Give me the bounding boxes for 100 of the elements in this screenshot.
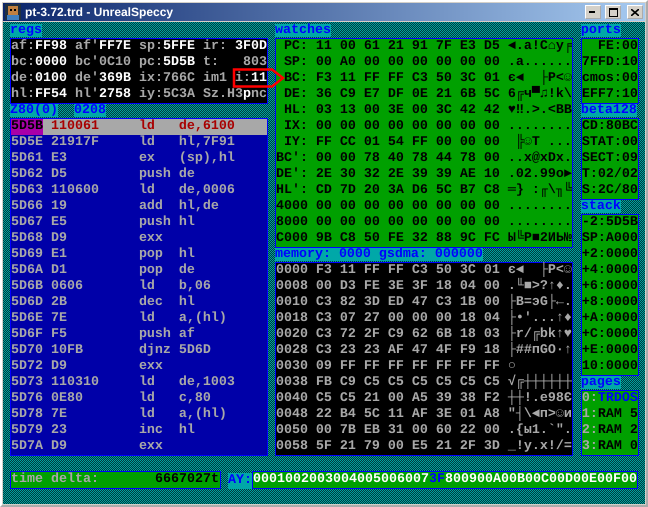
address-text: 5D76 <box>11 391 43 407</box>
disassembly-row[interactable]: 5D79 23 inc hl <box>11 423 267 439</box>
mnemonic-text: ld <box>138 183 156 199</box>
disassembly-row[interactable]: 5D70 10FB djnz 5D6D <box>11 343 267 359</box>
hex-bytes: 09 FF FF FF FF FF FF FF <box>316 359 501 375</box>
address-text: 5D6E <box>11 311 43 327</box>
page-index: 2: <box>582 423 598 439</box>
address-text: 0038 <box>276 375 308 391</box>
watch-label: BC': <box>276 151 308 167</box>
disassembly-row[interactable]: 5D69 E1 pop hl <box>11 247 267 263</box>
close-button[interactable] <box>627 5 643 19</box>
watch-label: C000 <box>276 231 308 247</box>
hex-bytes: 5F 21 79 00 E5 21 2F 3D <box>316 439 501 455</box>
register-index: 3 <box>325 472 333 488</box>
value-text: +8:0000 <box>582 295 638 311</box>
mnemonic-text: inc <box>138 423 164 439</box>
operand-text: hl,de <box>178 199 219 215</box>
ascii-text: ○ <box>508 359 516 374</box>
opcode-bytes: 110310 <box>50 375 100 391</box>
hex-bytes: 11 00 61 21 91 7F E3 D5 <box>316 39 501 55</box>
register-label: hl' <box>74 87 99 103</box>
hex-bytes: C3 82 3D ED 47 C3 1B 00 <box>316 295 501 311</box>
hex-bytes: FB C9 C5 C5 C5 C5 C5 C5 <box>316 375 501 391</box>
page-index: 1: <box>582 407 598 423</box>
disassembly-row[interactable]: 5D63 110600 ld de,0006 <box>11 183 267 199</box>
watch-label: IY: <box>282 135 308 151</box>
disassembly-row[interactable]: 5D6E 7E ld a,(hl) <box>11 311 267 327</box>
opcode-bytes: 19 <box>50 199 68 215</box>
register-index: 9 <box>469 472 477 488</box>
disassembly-row[interactable]: 5D6D 2B dec hl <box>11 295 267 311</box>
disassembly-row[interactable]: 5D6F F5 push af <box>11 327 267 343</box>
ascii-text: .{ы1.`". <box>508 423 572 439</box>
disassembly-row[interactable]: 5D73 110310 ld de,1003 <box>11 375 267 391</box>
watch-label: 8000 <box>276 215 308 231</box>
disassembly-row[interactable]: 5D68 D9 exx <box>11 231 267 247</box>
address-text: 0058 <box>276 439 308 455</box>
mnemonic-text: push <box>138 215 172 231</box>
mnemonic-text: ld <box>138 375 156 391</box>
disassembly-row[interactable]: 5D66 19 add hl,de <box>11 199 267 215</box>
disassembly-row[interactable]: 5D62 D5 push de <box>11 167 267 183</box>
operand-text: a,(hl) <box>178 407 227 423</box>
register-value: 766C <box>162 71 195 87</box>
address-text: 0030 <box>276 359 308 375</box>
ascii-text: .╙■>?↑♦. <box>508 279 572 294</box>
register-value: 00 <box>621 472 637 488</box>
page-name: RAM 0 <box>598 439 638 455</box>
register-index: 8 <box>445 472 453 488</box>
opcode-bytes: D9 <box>50 359 68 375</box>
hex-bytes: 00 00 00 00 00 00 00 00 <box>316 119 501 135</box>
hex-bytes: C3 23 23 AF 47 4F F9 18 <box>316 343 501 359</box>
ascii-text: .а...... <box>508 55 572 70</box>
register-value: FF7E <box>98 39 131 55</box>
register-index: 1 <box>277 472 285 488</box>
address-text: 5D66 <box>11 199 43 215</box>
disassembly-row[interactable]: 5D5B 110061 ld de,6100 <box>11 119 267 135</box>
hex-bytes: 00 7B EB 31 00 60 22 00 <box>316 423 501 439</box>
minimize-button[interactable] <box>585 5 601 19</box>
watch-label: DE: <box>282 87 308 103</box>
disassembly-row[interactable]: 5D7A D9 exx <box>11 439 267 455</box>
ay-label: AY: <box>228 473 252 489</box>
disassembly-row[interactable]: 5D67 E5 push hl <box>11 215 267 231</box>
watch-label: 4000 <box>276 199 308 215</box>
maximize-button[interactable] <box>605 5 621 19</box>
ascii-text: ..x@xDx. <box>508 151 572 167</box>
ascii-text: ........ <box>508 215 572 230</box>
mnemonic-text: exx <box>138 439 164 455</box>
register-label: de: <box>11 71 35 87</box>
mnemonic-text: ex <box>138 151 156 167</box>
hex-bytes: 03 13 00 3E 00 3C 42 42 <box>316 103 501 119</box>
register-value: 00 <box>453 472 469 488</box>
disassembly-row[interactable]: 5D6A D1 pop de <box>11 263 267 279</box>
register-value: 3F <box>429 472 445 488</box>
disassembly-row[interactable]: 5D61 E3 ex (sp),hl <box>11 151 267 167</box>
register-index: 5 <box>373 472 381 488</box>
operand-text: de,1003 <box>178 375 235 391</box>
register-value: 00 <box>357 472 373 488</box>
ascii-text: є◄ ├P<☺ <box>508 263 572 278</box>
operand-text: de <box>178 263 195 279</box>
hex-bytes: 00 00 00 00 00 00 00 00 <box>316 199 501 215</box>
register-index: D <box>565 472 573 488</box>
register-label: i: <box>234 71 251 87</box>
page-index: 0: <box>582 391 598 407</box>
disassembly-row[interactable]: 5D6B 0606 ld b,06 <box>11 279 267 295</box>
address-text: 5D62 <box>11 167 43 183</box>
disassembly-row[interactable]: 5D78 7E ld a,(hl) <box>11 407 267 423</box>
hex-bytes: C3 72 2F C9 62 6B 18 03 <box>316 327 501 343</box>
register-value: 2758 <box>98 87 131 103</box>
disassembly-row[interactable]: 5D72 D9 exx <box>11 359 267 375</box>
mnemonic-text: add <box>138 199 164 215</box>
opcode-bytes: 7E <box>50 311 68 327</box>
value-text: 7FFD:10 <box>582 55 638 71</box>
address-text: 0008 <box>276 279 308 295</box>
register-value: 00 <box>597 472 613 488</box>
value-text: FE:00 <box>598 39 638 55</box>
address-text: 5D69 <box>11 247 43 263</box>
disassembly-row[interactable]: 5D5E 21917F ld hl,7F91 <box>11 135 267 151</box>
register-value: 369B <box>98 71 131 87</box>
register-value: 11 <box>250 71 267 87</box>
disassembly-row[interactable]: 5D76 0E80 ld c,80 <box>11 391 267 407</box>
opcode-bytes: 2B <box>50 295 68 311</box>
